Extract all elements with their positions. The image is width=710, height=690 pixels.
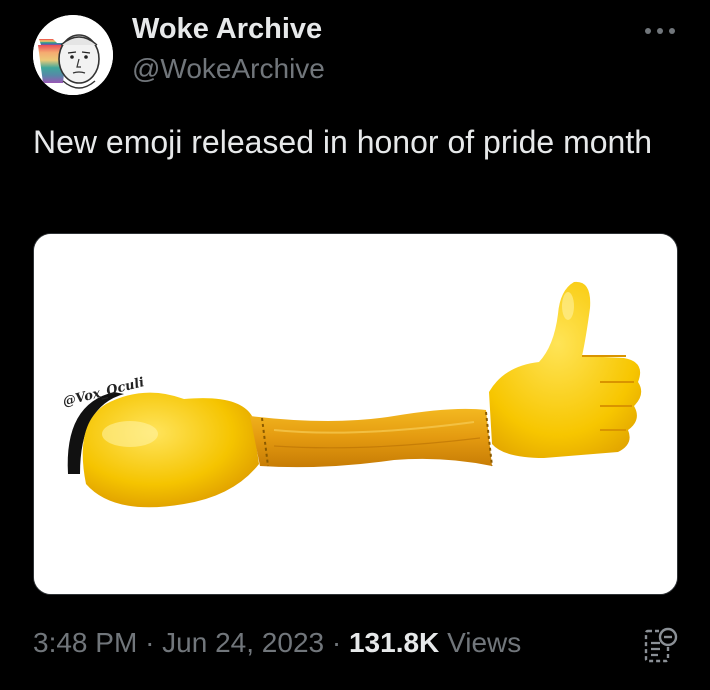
views-count: 131.8K [348, 627, 440, 658]
author-display-name[interactable]: Woke Archive [132, 13, 322, 46]
tweet-meta: 3:48 PM · Jun 24, 2023 · 131.8K Views [33, 627, 521, 659]
meta-separator: · [145, 627, 155, 658]
tweet-date[interactable]: Jun 24, 2023 [162, 627, 324, 658]
tweet-text: New emoji released in honor of pride mon… [33, 124, 652, 160]
thumbs-up-arm-emoji-image: @Vox_Oculi [34, 234, 677, 594]
meta-separator: · [331, 627, 342, 658]
wojak-avatar-icon [33, 15, 113, 95]
tweet-time[interactable]: 3:48 PM [33, 627, 137, 658]
avatar[interactable] [33, 15, 113, 95]
bookmark-analytics-icon [644, 627, 678, 663]
analytics-button[interactable] [640, 625, 680, 669]
views-label: Views [447, 627, 522, 658]
tweet-media[interactable]: @Vox_Oculi [33, 233, 678, 595]
more-button[interactable] [640, 16, 680, 46]
more-horizontal-icon [645, 28, 675, 34]
author-handle[interactable]: @WokeArchive [132, 53, 325, 85]
